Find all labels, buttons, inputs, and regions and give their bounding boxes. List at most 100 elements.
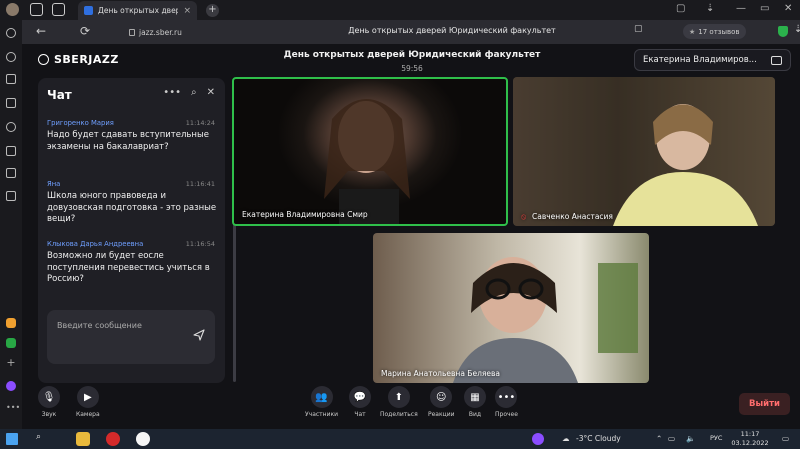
conference-title: День открытых дверей Юридический факульт… [283, 50, 541, 60]
weather-text: -3°C Cloudy [576, 434, 621, 443]
message-time: 11:14:24 [185, 119, 215, 127]
message-input[interactable]: Введите сообщение [47, 310, 215, 364]
lock-icon [129, 28, 135, 36]
search-taskbar-icon[interactable]: ⌕ [36, 432, 41, 442]
cloud-icon: ☁ [562, 434, 570, 443]
bookmarks-icon[interactable] [6, 74, 16, 84]
page-title: День открытых дверей Юридический факульт… [348, 26, 556, 35]
network-icon[interactable]: ▭ [668, 434, 675, 443]
reload-icon[interactable]: ⟳ [80, 24, 90, 38]
profile-avatar-icon[interactable] [6, 3, 19, 16]
chat-button[interactable]: 💬 Чат [349, 386, 371, 418]
add-app-icon[interactable]: + [6, 357, 16, 368]
maximize-icon[interactable]: ▭ [760, 3, 769, 14]
message-text: Надо будет сдавать вступительные экзамен… [47, 130, 209, 152]
reviews-label: 17 отзывов [698, 27, 740, 36]
counter-icon[interactable] [6, 168, 16, 178]
camera-button[interactable]: ▶ Камера [76, 386, 100, 418]
windows-taskbar: ⌕ ☁ -3°C Cloudy ⌃ ▭ 🔈 РУС 11:17 03.12.20… [0, 429, 800, 449]
close-window-icon[interactable]: ✕ [784, 3, 792, 14]
collections-icon[interactable]: ▢ [676, 3, 685, 14]
message-time: 11:16:41 [185, 180, 215, 188]
view-button[interactable]: ▦ Вид [464, 386, 486, 418]
protect-shield-icon[interactable] [778, 26, 788, 37]
chat-title: Чат [47, 88, 72, 102]
share-button[interactable]: ⬆ Поделиться [380, 386, 418, 418]
more-dots-icon[interactable]: ••• [6, 404, 20, 414]
video-tile[interactable]: ⦸ Савченко Анастасия [513, 77, 775, 226]
screen-share-icon: ⬆ [387, 386, 410, 408]
history-icon[interactable] [6, 52, 16, 62]
participant-name: Екатерина Владимировна Смир [242, 210, 368, 219]
screenshot-icon[interactable] [6, 146, 16, 156]
tray-chevron-icon[interactable]: ⌃ [656, 434, 662, 443]
sber-logo-icon [38, 54, 49, 65]
current-user-chip[interactable]: Екатерина Владимиров... [634, 49, 791, 71]
star-icon: ★ [689, 27, 696, 36]
participant-name: ⦸ Савченко Анастасия [521, 212, 613, 221]
language-indicator[interactable]: РУС [710, 434, 722, 442]
participant-video [513, 77, 775, 226]
logo-text: SBERJAZZ [54, 53, 119, 66]
participant-video [324, 99, 410, 224]
minimize-icon[interactable]: — [736, 3, 746, 14]
alice-taskbar-icon[interactable] [532, 433, 544, 445]
participants-button[interactable]: 👥 Участники [305, 386, 338, 418]
switch-layout-icon[interactable] [771, 55, 782, 65]
video-tile[interactable]: Екатерина Владимировна Смир [232, 77, 508, 226]
smile-icon: ☺ [430, 386, 453, 408]
tab-close-icon[interactable]: × [183, 6, 191, 16]
reactions-button[interactable]: ☺ Реакции [428, 386, 455, 418]
app-green-icon[interactable] [6, 338, 16, 348]
new-tab-button[interactable]: + [206, 4, 219, 17]
close-icon[interactable]: ✕ [207, 87, 215, 98]
sberjazz-app: SBERJAZZ День открытых дверей Юридически… [22, 44, 800, 429]
message-text: Возможно ли будет еосле поступления пере… [47, 251, 210, 284]
message-text: Школа юного правоведа и довузовская подг… [47, 191, 217, 224]
chat-message: Яна 11:16:41 Школа юного правоведа и дов… [47, 180, 217, 226]
notifications-tray-icon[interactable]: ▭ [782, 434, 789, 443]
app-orange-icon[interactable] [6, 318, 16, 328]
yandex-browser-icon[interactable] [136, 432, 150, 446]
chat-panel: Чат ••• ⌕ ✕ Григоренко Мария 11:14:24 На… [38, 78, 236, 383]
conference-timer: 59:56 [401, 64, 423, 73]
download-icon[interactable]: ⇣ [794, 24, 800, 35]
browser-tab[interactable]: День открытых двер × [78, 1, 197, 20]
microphone-icon: 🎙 [38, 386, 60, 408]
opera-icon[interactable] [106, 432, 120, 446]
more-dots-icon: ••• [495, 386, 518, 408]
chat-message: Клыкова Дарья Андреевна 11:16:54 Возможн… [47, 240, 217, 286]
windows-start-icon[interactable] [6, 433, 18, 445]
clock-date: 03.12.2022 [731, 439, 769, 447]
tab-title: День открытых двер [98, 6, 179, 15]
video-tile[interactable]: Марина Анатольевна Беляева [373, 233, 649, 383]
send-icon[interactable] [193, 329, 205, 341]
more-button[interactable]: ••• Прочее [495, 386, 518, 418]
sound-button[interactable]: 🎙 Звук [38, 386, 60, 418]
url-field[interactable]: jazz.sber.ru [125, 25, 186, 39]
downloads-icon[interactable]: ⇣ [706, 3, 714, 14]
address-bar-row: ← ⟳ jazz.sber.ru День открытых дверей Юр… [22, 20, 800, 44]
more-icon[interactable]: ••• [163, 87, 181, 98]
tabs-icon[interactable] [52, 3, 65, 16]
message-time: 11:16:54 [185, 240, 215, 248]
current-user-name: Екатерина Владимиров... [643, 55, 757, 65]
file-explorer-icon[interactable] [76, 432, 90, 446]
camera-icon: ▶ [76, 386, 99, 408]
collections-side-icon[interactable] [6, 98, 16, 108]
volume-icon[interactable]: 🔈 [686, 434, 695, 443]
clock[interactable]: 11:17 03.12.2022 [730, 430, 770, 448]
browser-tab-strip: День открытых двер × + ▢ ⇣ — ▭ ✕ [0, 0, 800, 20]
exit-button[interactable]: Выйти [739, 393, 790, 415]
participant-name: Марина Анатольевна Беляева [381, 369, 501, 378]
reviews-badge[interactable]: ★ 17 отзывов [683, 24, 746, 39]
reader-icon[interactable]: ▢ [634, 24, 643, 34]
home-icon[interactable] [30, 3, 43, 16]
alice-icon[interactable] [6, 381, 16, 391]
back-icon[interactable]: ← [36, 24, 46, 38]
devices-icon[interactable] [6, 191, 16, 201]
notifications-icon[interactable] [6, 28, 16, 38]
participants-icon: 👥 [310, 386, 333, 408]
video-icon[interactable] [6, 122, 16, 132]
search-icon[interactable]: ⌕ [191, 87, 197, 98]
